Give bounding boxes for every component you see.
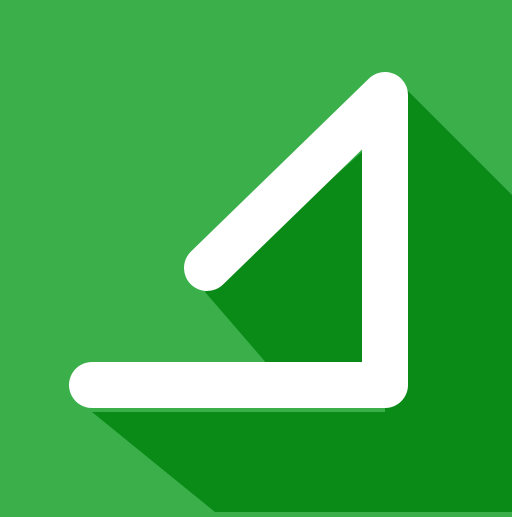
angle-icon xyxy=(0,0,512,512)
app-icon xyxy=(0,0,512,512)
